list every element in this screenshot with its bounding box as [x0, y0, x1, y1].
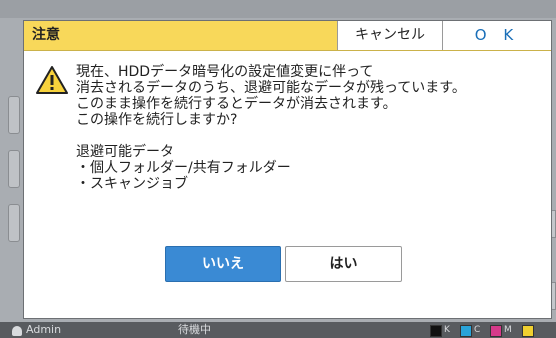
- detail-item: ・スキャンジョブ: [76, 176, 188, 192]
- yes-button[interactable]: はい: [285, 246, 402, 282]
- no-button[interactable]: いいえ: [165, 246, 281, 282]
- background-tab: [8, 204, 20, 242]
- message-line: 現在、HDDデータ暗号化の設定値変更に伴って: [76, 64, 374, 80]
- background-top-bar: [0, 0, 556, 18]
- detail-item: ・個人フォルダー/共有フォルダー: [76, 160, 291, 176]
- ink-black-icon: [430, 325, 442, 337]
- dialog-message: 現在、HDDデータ暗号化の設定値変更に伴って 消去されるデータのうち、退避可能な…: [76, 64, 536, 192]
- caution-dialog: 注意 キャンセル O K 現在、HDDデータ暗号化の設定値変更に伴って 消去され…: [23, 20, 552, 319]
- user-name: Admin: [26, 323, 62, 336]
- detail-heading: 退避可能データ: [76, 144, 174, 160]
- warning-icon: [36, 66, 68, 94]
- ink-cyan-icon: [460, 325, 472, 337]
- dialog-title: 注意: [32, 27, 60, 43]
- user-icon: [12, 326, 22, 336]
- status-bar: Admin 待機中 K C M: [0, 322, 556, 338]
- background-tab: [8, 150, 20, 188]
- cancel-button[interactable]: キャンセル: [337, 21, 442, 50]
- message-line: この操作を続行しますか?: [76, 112, 238, 128]
- ink-label: K: [444, 325, 450, 335]
- dialog-title-bar: 注意 キャンセル O K: [24, 21, 551, 51]
- ink-magenta-icon: [490, 325, 502, 337]
- background-tab: [8, 96, 20, 134]
- machine-state: 待機中: [178, 323, 211, 336]
- message-line: このまま操作を続行するとデータが消去されます。: [76, 96, 397, 112]
- ok-button[interactable]: O K: [442, 21, 551, 50]
- message-line: 消去されるデータのうち、退避可能なデータが残っています。: [76, 80, 466, 96]
- ink-label: M: [504, 325, 512, 335]
- ink-yellow-icon: [522, 325, 534, 337]
- ink-label: C: [474, 325, 481, 335]
